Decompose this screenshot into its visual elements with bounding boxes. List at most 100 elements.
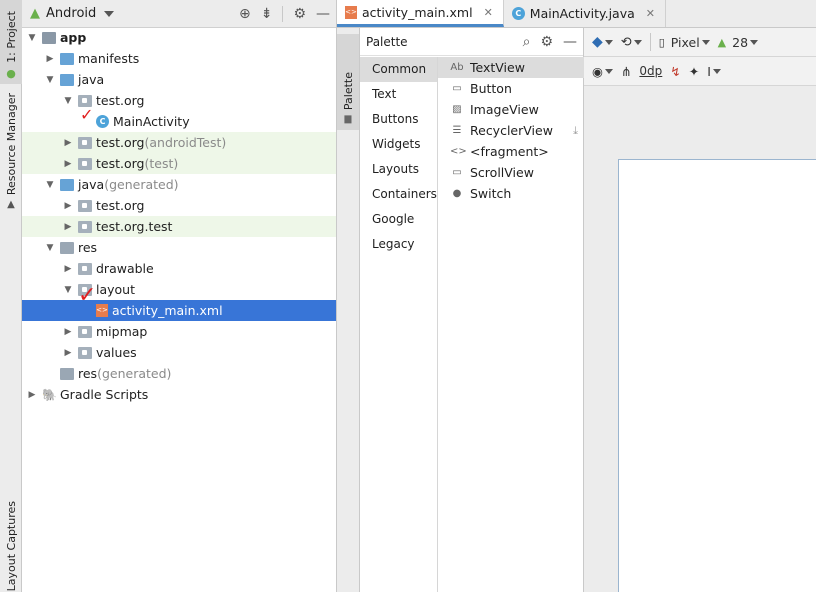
folder-icon <box>78 346 92 359</box>
design-surface-area: ◆ ⟲ ▯ Pixel ▲ 28 ◉ ⋔ 0dp ↯ ✦ I <box>584 28 816 592</box>
expand-arrow-icon[interactable]: ▶ <box>62 222 74 232</box>
tree-item-mipmap[interactable]: ▶ mipmap <box>22 321 336 342</box>
tree-item-res[interactable]: ▼ res <box>22 237 336 258</box>
palette-category-google[interactable]: Google <box>360 207 437 232</box>
expand-arrow-icon[interactable]: ▼ <box>26 33 38 43</box>
expand-arrow-icon[interactable]: ▼ <box>44 180 56 190</box>
palette-item-button[interactable]: ▭ Button <box>438 78 584 99</box>
palette-category-common[interactable]: Common <box>360 57 437 82</box>
palette-category-layouts[interactable]: Layouts <box>360 157 437 182</box>
tree-item-package-test[interactable]: ▶ test.org (test) <box>22 153 336 174</box>
orientation-dropdown[interactable]: ⟲ <box>621 35 642 50</box>
palette-category-containers[interactable]: Containers <box>360 182 437 207</box>
resource-manager-tab[interactable]: Resource Manager ▲ <box>0 92 22 214</box>
project-view-selector[interactable]: Android <box>46 6 96 21</box>
expand-arrow-icon[interactable]: ▶ <box>62 201 74 211</box>
palette-items: Ab TextView ▭ Button ▨ ImageView ☰ Recyc… <box>438 57 584 204</box>
tree-item-generated-package[interactable]: ▶ test.org <box>22 195 336 216</box>
android-icon: ▲ <box>30 6 40 21</box>
close-icon[interactable]: ✕ <box>484 6 493 19</box>
device-dropdown[interactable]: ▯ Pixel <box>659 35 710 50</box>
search-icon[interactable]: ⌕ <box>523 34 531 50</box>
palette-category-widgets[interactable]: Widgets <box>360 132 437 157</box>
tree-item-generated-test-package[interactable]: ▶ test.org.test <box>22 216 336 237</box>
resource-folder-icon <box>60 241 74 254</box>
magnet-icon[interactable]: ⋔ <box>621 64 631 79</box>
device-preview[interactable] <box>618 159 816 592</box>
expand-arrow-icon[interactable]: ▶ <box>62 138 74 148</box>
generated-folder-icon <box>60 178 74 191</box>
default-margin-field[interactable]: 0dp <box>639 64 662 78</box>
package-icon <box>78 157 92 170</box>
palette-category-buttons[interactable]: Buttons <box>360 107 437 132</box>
class-icon: C <box>96 115 109 128</box>
palette-item-fragment[interactable]: <> <fragment> <box>438 141 584 162</box>
gear-icon[interactable]: ⚙ <box>293 6 306 22</box>
resource-manager-icon: ▲ <box>7 199 15 210</box>
tab-activity-main-xml[interactable]: <> activity_main.xml ✕ <box>337 0 504 27</box>
clear-constraints-icon[interactable]: ↯ <box>670 64 680 79</box>
tree-item-java[interactable]: ▼ java <box>22 69 336 90</box>
palette-category-legacy[interactable]: Legacy <box>360 232 437 257</box>
design-mode-dropdown[interactable]: ◆ <box>592 34 613 50</box>
button-icon: ▭ <box>452 83 462 94</box>
expand-arrow-icon[interactable]: ▼ <box>44 243 56 253</box>
expand-arrow-icon[interactable]: ▶ <box>62 159 74 169</box>
api-level-dropdown[interactable]: ▲ 28 <box>718 35 759 50</box>
expand-arrow-icon[interactable]: ▶ <box>62 327 74 337</box>
expand-arrow-icon[interactable]: ▶ <box>44 54 56 64</box>
guidelines-dropdown[interactable]: I <box>707 64 721 79</box>
expand-arrow-icon[interactable]: ▶ <box>62 264 74 274</box>
expand-arrow-icon[interactable]: ▶ <box>62 348 74 358</box>
expand-arrow-icon[interactable]: ▼ <box>62 285 74 295</box>
palette-item-textview[interactable]: Ab TextView <box>438 57 584 78</box>
design-toolbar: ◆ ⟲ ▯ Pixel ▲ 28 <box>584 28 816 57</box>
tree-item-activity-main-xml[interactable]: <> activity_main.xml <box>22 300 336 321</box>
tree-item-package-androidtest[interactable]: ▶ test.org (androidTest) <box>22 132 336 153</box>
module-folder-icon <box>42 31 56 44</box>
layout-captures-tab[interactable]: Layout Captures <box>0 500 22 592</box>
locate-icon[interactable]: ⊕ <box>239 6 251 22</box>
phone-icon: ▯ <box>658 35 665 49</box>
palette-category-text[interactable]: Text <box>360 82 437 107</box>
tab-mainactivity-java[interactable]: C MainActivity.java ✕ <box>504 0 666 27</box>
minimize-icon[interactable]: — <box>316 6 330 22</box>
palette-tool-tab[interactable]: Palette ▆ <box>337 34 359 130</box>
scrollview-icon: ▭ <box>452 167 462 178</box>
project-tool-tab-label: 1: Project <box>4 11 18 63</box>
tree-item-layout[interactable]: ▼ layout <box>22 279 336 300</box>
palette-item-scrollview[interactable]: ▭ ScrollView <box>438 162 584 183</box>
tree-item-drawable[interactable]: ▶ drawable <box>22 258 336 279</box>
expand-arrow-icon[interactable]: ▼ <box>44 75 56 85</box>
android-icon: ● <box>6 67 16 80</box>
tree-item-mainactivity[interactable]: C MainActivity <box>22 111 336 132</box>
tree-item-app[interactable]: ▼ app <box>22 27 336 48</box>
palette-item-recyclerview[interactable]: ☰ RecyclerView ⤓ <box>438 120 584 141</box>
palette-title: Palette <box>366 34 408 49</box>
tree-item-package[interactable]: ▼ test.org <box>22 90 336 111</box>
design-canvas[interactable] <box>584 86 816 592</box>
expand-arrow-icon[interactable]: ▼ <box>62 96 74 106</box>
download-icon[interactable]: ⤓ <box>573 124 578 138</box>
minimize-icon[interactable]: — <box>563 34 577 50</box>
close-icon[interactable]: ✕ <box>646 7 655 20</box>
layout-captures-tab-label: Layout Captures <box>4 500 18 592</box>
tree-item-values[interactable]: ▶ values <box>22 342 336 363</box>
gear-icon[interactable]: ⚙ <box>540 34 553 50</box>
constraint-toolbar: ◉ ⋔ 0dp ↯ ✦ I <box>584 57 816 86</box>
tree-item-gradle-scripts[interactable]: ▶ 🐘 Gradle Scripts <box>22 384 336 405</box>
tree-item-java-generated[interactable]: ▼ java (generated) <box>22 174 336 195</box>
expand-arrow-icon[interactable]: ▶ <box>26 390 38 400</box>
palette-item-imageview[interactable]: ▨ ImageView <box>438 99 584 120</box>
view-options-dropdown[interactable]: ◉ <box>592 64 613 79</box>
infer-constraints-icon[interactable]: ✦ <box>689 64 699 79</box>
left-tool-strip: 1: Project ● Resource Manager ▲ Layout C… <box>0 0 22 592</box>
xml-file-icon: <> <box>96 304 108 317</box>
collapse-all-icon[interactable]: ⇟ <box>261 6 273 22</box>
project-tool-tab[interactable]: 1: Project ● <box>0 0 22 84</box>
tree-item-manifests[interactable]: ▶ manifests <box>22 48 336 69</box>
chevron-down-icon[interactable] <box>104 10 115 17</box>
eye-icon: ◉ <box>592 63 603 79</box>
tree-item-res-generated[interactable]: res (generated) <box>22 363 336 384</box>
palette-item-switch[interactable]: ● Switch <box>438 183 584 204</box>
